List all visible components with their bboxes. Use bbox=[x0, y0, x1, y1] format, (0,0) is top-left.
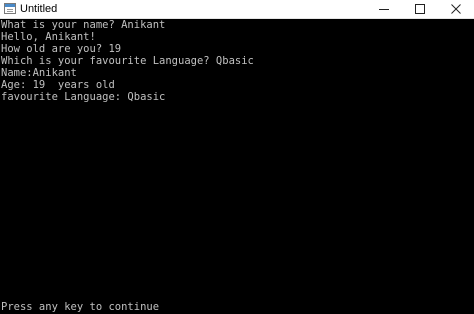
window-title: Untitled bbox=[20, 3, 58, 15]
console-output[interactable]: What is your name? Anikant Hello, Anikan… bbox=[0, 19, 474, 314]
console-line: How old are you? 19 bbox=[1, 43, 122, 55]
close-button[interactable] bbox=[438, 0, 474, 19]
maximize-button[interactable] bbox=[402, 0, 438, 19]
console-line: Age: 19 years old bbox=[1, 79, 115, 91]
console-line: What is your name? Anikant bbox=[1, 19, 166, 31]
minimize-icon bbox=[379, 9, 389, 10]
close-icon bbox=[451, 4, 461, 14]
maximize-icon bbox=[415, 4, 425, 14]
minimize-button[interactable] bbox=[366, 0, 402, 19]
console-window-icon[interactable] bbox=[4, 3, 16, 14]
title-bar[interactable]: Untitled bbox=[0, 0, 474, 19]
continue-prompt: Press any key to continue bbox=[1, 301, 160, 313]
console-line: Name:Anikant bbox=[1, 67, 77, 79]
console-line: Hello, Anikant! bbox=[1, 31, 96, 43]
console-line: Which is your favourite Language? Qbasic bbox=[1, 55, 254, 67]
console-line: favourite Language: Qbasic bbox=[1, 91, 166, 103]
console-window: Untitled What is your name? Anikant Hell… bbox=[0, 0, 474, 314]
